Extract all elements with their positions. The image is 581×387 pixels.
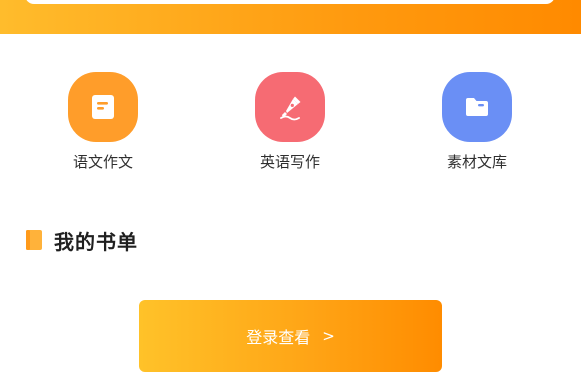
login-view-button[interactable]: 登录查看 > — [139, 300, 442, 372]
document-icon — [68, 72, 138, 142]
category-label: 英语写作 — [259, 153, 320, 171]
section-title: 我的书单 — [54, 229, 138, 254]
section-header: 我的书单 — [26, 226, 138, 254]
category-label: 素材文库 — [446, 153, 507, 171]
pen-icon — [255, 72, 325, 142]
login-button-label: 登录查看 — [246, 328, 311, 347]
category-english-writing[interactable]: 英语写作 — [235, 72, 345, 176]
top-banner — [0, 0, 581, 34]
category-material-library[interactable]: 素材文库 — [422, 72, 532, 176]
category-grid: 语文作文 英语写作 素材文库 — [0, 72, 581, 182]
book-icon — [26, 229, 43, 251]
folder-icon — [442, 72, 512, 142]
category-chinese-composition[interactable]: 语文作文 — [48, 72, 158, 176]
category-label: 语文作文 — [72, 153, 133, 171]
chevron-right-icon: > — [322, 327, 335, 345]
search-bar[interactable] — [25, 0, 555, 4]
